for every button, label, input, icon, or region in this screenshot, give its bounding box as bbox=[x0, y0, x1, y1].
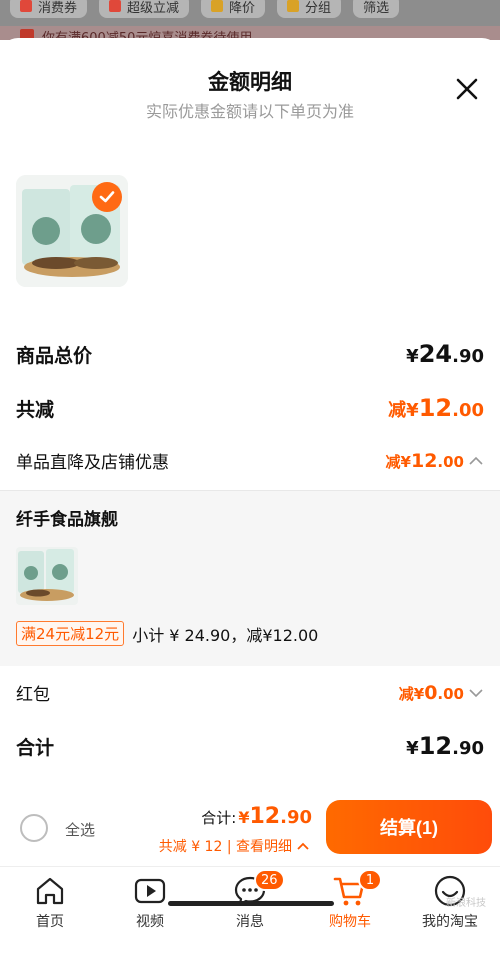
red-packet-label: 红包 bbox=[16, 685, 50, 705]
total-reduced-value: 减¥12.00 bbox=[388, 394, 484, 422]
chip-filter: 筛选 bbox=[353, 0, 400, 18]
tab-my-taobao[interactable]: 我的淘宝 bbox=[400, 867, 500, 954]
select-all-label[interactable]: 全选 bbox=[65, 819, 95, 840]
red-packet-row[interactable]: 红包 减¥0.00 bbox=[16, 680, 484, 705]
grand-total-row: 合计 ¥12.90 bbox=[16, 732, 484, 760]
footer-total: 合计: ¥12.90 bbox=[201, 804, 312, 829]
cart-badge: 1 bbox=[358, 869, 382, 891]
tab-home[interactable]: 首页 bbox=[0, 867, 100, 954]
amount-detail-sheet: 金额明细 实际优惠金额请以下单页为准 商品总价 ¥24.90 共减 减¥12.0… bbox=[0, 38, 500, 954]
grand-total-label: 合计 bbox=[16, 736, 55, 759]
grand-total-value: ¥12.90 bbox=[406, 732, 484, 760]
item-discount-row[interactable]: 单品直降及店铺优惠 减¥12.00 bbox=[16, 448, 484, 473]
video-icon bbox=[134, 878, 166, 904]
sheet-title: 金额明细 bbox=[208, 70, 292, 94]
store-discount-section: 纤手食品旗舰 满24元减12元 小计 ¥ 24.90，减¥12.00 bbox=[0, 490, 500, 666]
home-icon bbox=[36, 877, 64, 905]
select-all-radio[interactable] bbox=[20, 814, 48, 842]
messages-badge: 26 bbox=[254, 869, 285, 891]
product-image bbox=[18, 549, 74, 601]
sheet-subtitle: 实际优惠金额请以下单页为准 bbox=[145, 102, 354, 121]
item-discount-value: 减¥12.00 bbox=[385, 449, 464, 472]
tab-messages[interactable]: 消息 26 bbox=[200, 867, 300, 954]
watermark: 新浪科技 bbox=[446, 898, 486, 909]
selected-check-badge[interactable] bbox=[92, 182, 122, 212]
tab-video[interactable]: 视频 bbox=[100, 867, 200, 954]
close-icon bbox=[456, 78, 478, 100]
store-name: 纤手食品旗舰 bbox=[16, 510, 118, 530]
close-button[interactable] bbox=[452, 74, 482, 104]
chip-super-discount: 超级立减 bbox=[99, 0, 190, 18]
checkout-button[interactable]: 结算(1) bbox=[326, 800, 492, 854]
total-reduced-label: 共减 bbox=[16, 398, 55, 421]
store-product-thumbnail[interactable] bbox=[16, 547, 78, 605]
check-icon bbox=[99, 191, 115, 203]
tab-cart[interactable]: 购物车 1 bbox=[300, 867, 400, 954]
store-promo-line: 满24元减12元 小计 ¥ 24.90，减¥12.00 bbox=[16, 621, 318, 646]
chip-group: 分组 bbox=[277, 0, 342, 18]
chevron-up-icon bbox=[297, 842, 309, 850]
item-discount-label: 单品直降及店铺优惠 bbox=[16, 453, 169, 473]
goods-total-row: 商品总价 ¥24.90 bbox=[16, 340, 484, 368]
footer-total-amount: ¥12.90 bbox=[238, 804, 312, 829]
bottom-tab-bar: 首页 视频 消息 26 购物车 1 我的淘宝 bbox=[0, 866, 500, 954]
home-indicator bbox=[168, 901, 334, 906]
filter-chip-row: 消费券 超级立减 降价 分组 筛选 bbox=[10, 0, 400, 18]
red-packet-value: 减¥0.00 bbox=[398, 681, 464, 704]
store-subtotal: 小计 ¥ 24.90，减¥12.00 bbox=[132, 625, 319, 645]
chevron-down-icon bbox=[469, 688, 483, 697]
chevron-up-icon bbox=[469, 456, 483, 465]
checkout-bar: 全选 合计: ¥12.90 共减 ¥ 12 | 查看明细 结算(1) bbox=[0, 798, 500, 864]
goods-total-value: ¥24.90 bbox=[406, 340, 484, 368]
goods-total-label: 商品总价 bbox=[16, 344, 93, 367]
total-reduced-row: 共减 减¥12.00 bbox=[16, 394, 484, 422]
promo-tag: 满24元减12元 bbox=[16, 621, 125, 646]
background-page: 消费券 超级立减 降价 分组 筛选 你有满600减50元惊喜消费券待使用 bbox=[0, 0, 500, 40]
view-detail-link[interactable]: 共减 ¥ 12 | 查看明细 bbox=[159, 836, 310, 856]
chip-price-drop: 降价 bbox=[201, 0, 266, 18]
chip-coupon: 消费券 bbox=[10, 0, 88, 18]
